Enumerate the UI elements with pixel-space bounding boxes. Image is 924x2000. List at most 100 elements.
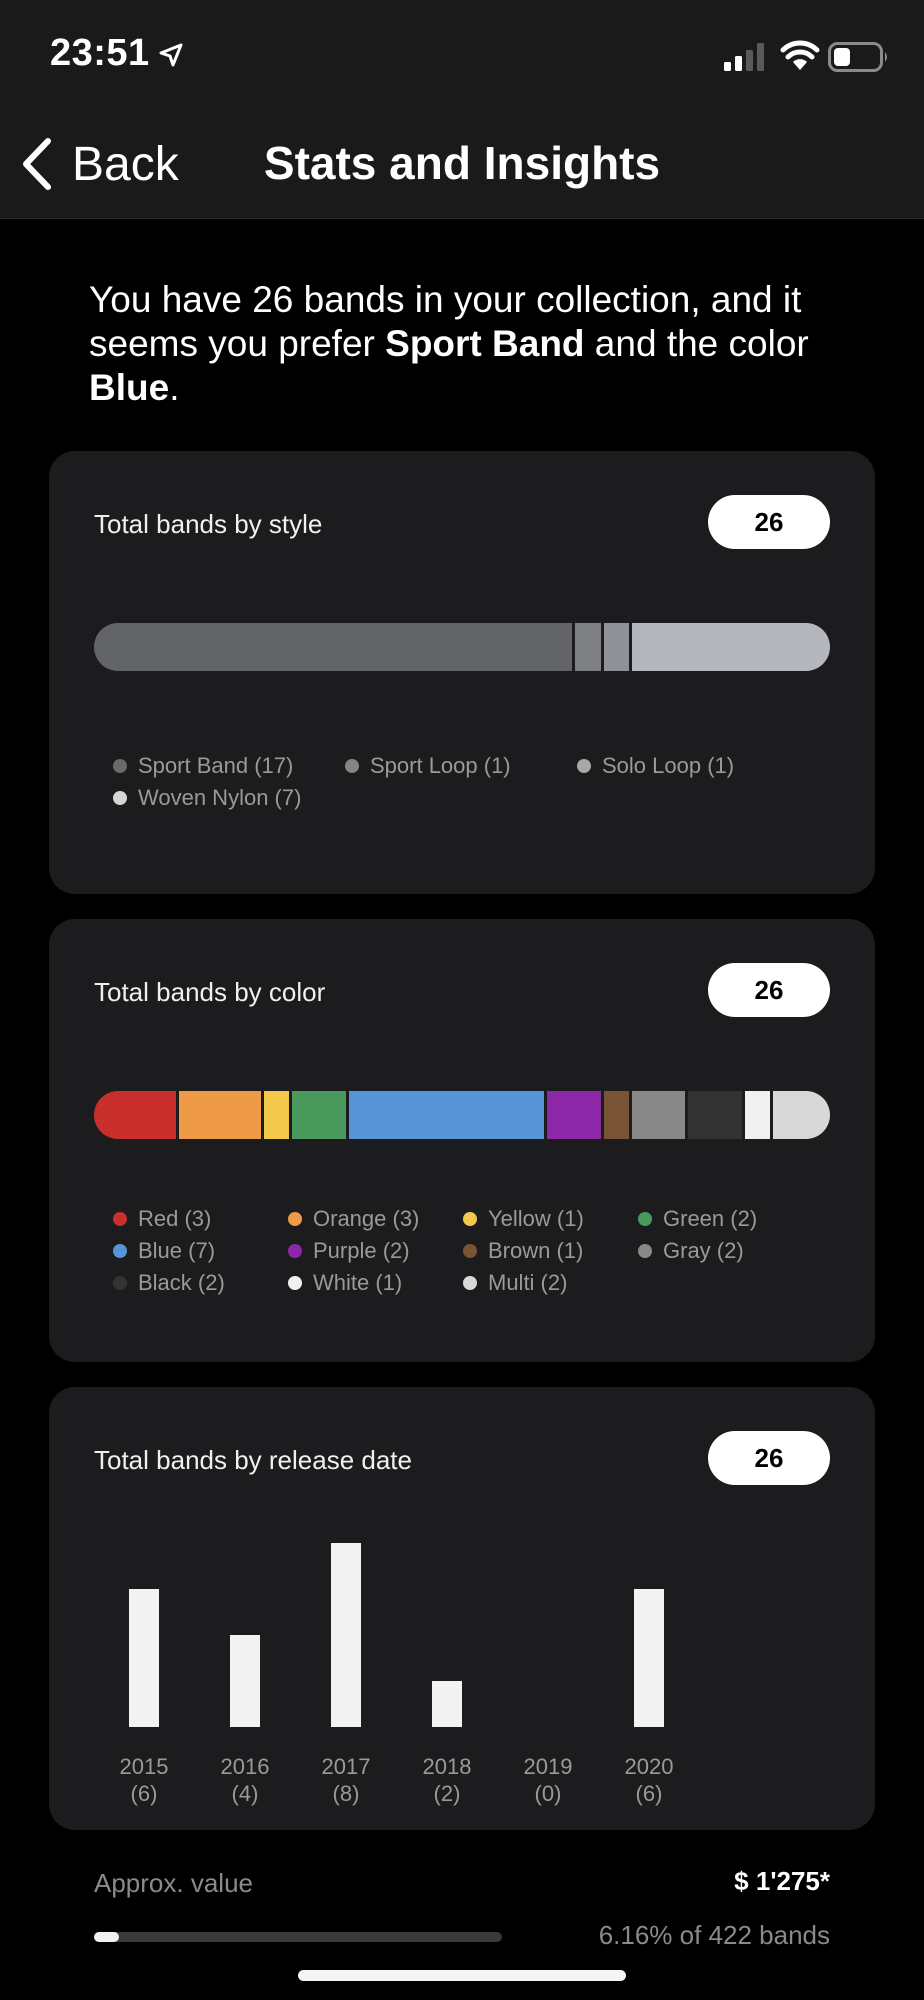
preferred-style: Sport Band [385, 323, 585, 364]
color-segment-purple [546, 1091, 604, 1139]
summary-middle: and the color [584, 323, 809, 364]
legend-dot [113, 1212, 127, 1226]
color-card-title: Total bands by color [94, 977, 326, 1007]
legend-item-brown: Brown (1) [463, 1238, 638, 1264]
color-segment-black [688, 1091, 746, 1139]
data-label-2017: (8) [333, 1781, 360, 1806]
style-segment-woven-nylon [631, 623, 830, 671]
collection-progress-text: 6.16% of 422 bands [598, 1920, 830, 1950]
style-segment-solo-loop [603, 623, 632, 671]
release-date-bar-chart: 2015(6)2016(4)2017(8)2018(2)2019(0)2020(… [120, 1543, 674, 1806]
color-segment-multi [773, 1091, 830, 1139]
legend-row: Black (2) White (1) Multi (2) [113, 1267, 833, 1299]
data-label-2016: (4) [232, 1781, 259, 1806]
collection-progress-bar [94, 1932, 502, 1942]
style-total-badge: 26 [708, 495, 830, 549]
legend-label: Orange (3) [313, 1206, 420, 1231]
legend-label: Purple (2) [313, 1238, 410, 1263]
color-card: Total bands by color 26 Red (3) Orange (3… [49, 919, 875, 1362]
legend-label: Blue (7) [138, 1238, 216, 1263]
color-segment-orange [178, 1091, 264, 1139]
style-card: Total bands by style 26 Sport Band (17) … [49, 451, 875, 894]
tick-label-2016: 2016 [221, 1754, 270, 1779]
data-label-2020: (6) [636, 1781, 663, 1806]
legend-label: Brown (1) [488, 1238, 584, 1263]
legend-label: Green (2) [663, 1206, 758, 1231]
status-time: 23:51 [50, 32, 150, 74]
legend-dot [288, 1212, 302, 1226]
legend-label: Red (3) [138, 1206, 212, 1231]
summary-text: You have 26 bands in your collection, an… [89, 278, 849, 410]
wifi-icon [780, 40, 820, 70]
legend-dot [288, 1276, 302, 1290]
legend-label: Gray (2) [663, 1238, 744, 1263]
style-stacked-bar [94, 623, 830, 671]
legend-dot [577, 759, 591, 773]
color-segment-blue [348, 1091, 547, 1139]
legend-dot [638, 1244, 652, 1258]
legend-dot [463, 1212, 477, 1226]
legend-item-multi: Multi (2) [463, 1270, 638, 1296]
bar-2018 [432, 1681, 462, 1727]
legend-item-purple: Purple (2) [288, 1238, 463, 1264]
color-legend: Red (3) Orange (3) Yellow (1) Green (2) Blue… [113, 1203, 833, 1299]
style-legend: Sport Band (17) Sport Loop (1) Solo Loop… [113, 750, 833, 814]
tick-label-2017: 2017 [322, 1754, 371, 1779]
legend-item-solo-loop: Solo Loop (1) [577, 753, 734, 779]
legend-item-blue: Blue (7) [113, 1238, 288, 1264]
legend-dot [113, 1276, 127, 1290]
bar-2015 [129, 1589, 159, 1727]
tick-label-2018: 2018 [423, 1754, 472, 1779]
legend-item-sport-loop: Sport Loop (1) [345, 753, 577, 779]
legend-item-black: Black (2) [113, 1270, 288, 1296]
legend-label: Black (2) [138, 1270, 225, 1295]
navigation-bar: Back Stats and Insights [0, 110, 924, 219]
data-label-2018: (2) [434, 1781, 461, 1806]
legend-item-green: Green (2) [638, 1206, 813, 1232]
legend-item-woven-nylon: Woven Nylon (7) [113, 785, 301, 811]
legend-dot [345, 759, 359, 773]
color-stacked-bar [94, 1091, 830, 1139]
legend-item-yellow: Yellow (1) [463, 1206, 638, 1232]
style-card-title: Total bands by style [94, 509, 323, 539]
location-arrow-icon [159, 43, 183, 67]
color-segment-red [94, 1091, 179, 1139]
status-bar: 23:51 [0, 0, 924, 110]
bar-2016 [230, 1635, 260, 1727]
legend-item-gray: Gray (2) [638, 1238, 813, 1264]
tick-label-2019: 2019 [524, 1754, 573, 1779]
legend-dot [638, 1212, 652, 1226]
release-card: Total bands by release date 26 2015 (6) 20… [49, 1387, 875, 1830]
data-label-2015: (6) [131, 1781, 158, 1806]
legend-dot [113, 759, 127, 773]
color-segment-yellow [263, 1091, 293, 1139]
legend-item-orange: Orange (3) [288, 1206, 463, 1232]
home-indicator [298, 1970, 626, 1981]
legend-dot [463, 1244, 477, 1258]
preferred-color: Blue [89, 367, 170, 408]
legend-row: Red (3) Orange (3) Yellow (1) Green (2) [113, 1203, 833, 1235]
bar-2017 [331, 1543, 361, 1727]
legend-dot [463, 1276, 477, 1290]
legend-item-sport-band: Sport Band (17) [113, 753, 345, 779]
color-segment-green [292, 1091, 349, 1139]
page-title: Stats and Insights [263, 137, 661, 189]
tick-label-2020: 2020 [625, 1754, 674, 1779]
color-total-badge: 26 [708, 963, 830, 1017]
summary-suffix: . [169, 367, 180, 408]
tick-label-2015: 2015 [120, 1754, 169, 1779]
battery-icon [828, 42, 887, 72]
color-segment-gray [631, 1091, 689, 1139]
legend-dot [113, 791, 127, 805]
legend-label: Yellow (1) [488, 1206, 584, 1231]
legend-row: Blue (7) Purple (2) Brown (1) Gray (2) [113, 1235, 833, 1267]
collection-progress-fill [94, 1932, 120, 1942]
legend-label: White (1) [313, 1270, 403, 1295]
approx-value-amount: $ 1'275* [734, 1866, 830, 1896]
color-segment-brown [603, 1091, 632, 1139]
cellular-signal-icon [724, 43, 764, 71]
approx-value-label: Approx. value [94, 1868, 253, 1898]
legend-item-white: White (1) [288, 1270, 463, 1296]
bar-2020 [634, 1589, 664, 1727]
style-segment-sport-band [94, 623, 576, 671]
